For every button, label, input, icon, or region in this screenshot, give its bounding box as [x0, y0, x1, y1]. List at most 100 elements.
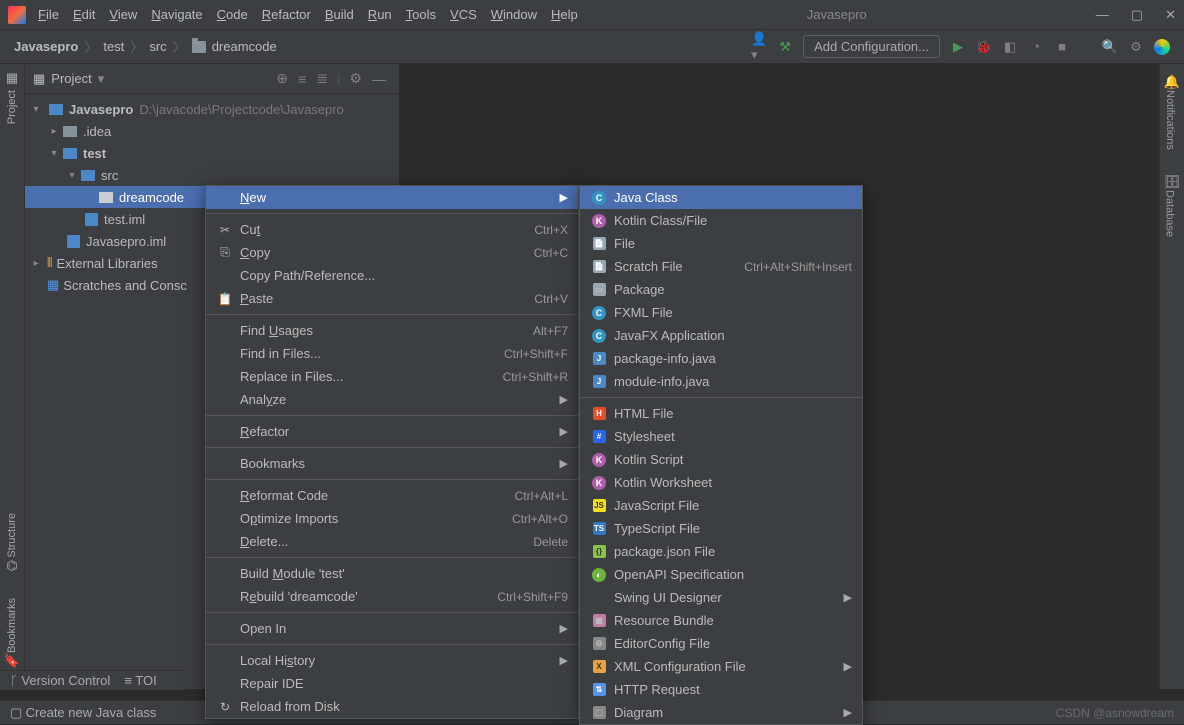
- debug-icon[interactable]: 🐞: [976, 39, 992, 55]
- tree-root[interactable]: ▾JavaseproD:\javacode\Projectcode\Javase…: [25, 98, 399, 120]
- menu-item-diagram[interactable]: ⬚Diagram▶: [580, 701, 862, 724]
- ide-logo-icon[interactable]: [1154, 39, 1170, 55]
- menu-refactor[interactable]: Refactor: [262, 7, 311, 22]
- menu-item-copy-path-reference-[interactable]: Copy Path/Reference...: [206, 264, 578, 287]
- tree-test[interactable]: ▾test: [25, 142, 399, 164]
- menu-item-refactor[interactable]: Refactor▶: [206, 420, 578, 443]
- crumb-current[interactable]: dreamcode: [212, 39, 277, 54]
- tree-src[interactable]: ▾src: [25, 164, 399, 186]
- menu-item-scratch-file[interactable]: 📄Scratch FileCtrl+Alt+Shift+Insert: [580, 255, 862, 278]
- menu-view[interactable]: View: [109, 7, 137, 22]
- tool-structure[interactable]: Structure⌬: [6, 509, 18, 574]
- menu-item-javascript-file[interactable]: JSJavaScript File: [580, 494, 862, 517]
- collapse-icon[interactable]: ≣: [316, 70, 328, 87]
- menu-item-typescript-file[interactable]: TSTypeScript File: [580, 517, 862, 540]
- menu-run[interactable]: Run: [368, 7, 392, 22]
- menu-file[interactable]: File: [38, 7, 59, 22]
- menu-edit[interactable]: Edit: [73, 7, 95, 22]
- menu-item-java-class[interactable]: CJava Class: [580, 186, 862, 209]
- menu-item-cut[interactable]: ✂CutCtrl+X: [206, 218, 578, 241]
- menu-item-openapi-specification[interactable]: ◐OpenAPI Specification: [580, 563, 862, 586]
- status-text: Create new Java class: [26, 705, 157, 720]
- tool-vcs[interactable]: ᚴ Version Control: [10, 673, 110, 688]
- menu-item-copy[interactable]: ⎘CopyCtrl+C: [206, 241, 578, 264]
- left-gutter: ▦Project Structure⌬ Bookmarks🔖: [0, 64, 25, 689]
- menu-item-optimize-imports[interactable]: Optimize ImportsCtrl+Alt+O: [206, 507, 578, 530]
- hide-icon[interactable]: —: [372, 71, 386, 87]
- menu-item-delete-[interactable]: Delete...Delete: [206, 530, 578, 553]
- menu-item-bookmarks[interactable]: Bookmarks▶: [206, 452, 578, 475]
- menu-tools[interactable]: Tools: [406, 7, 436, 22]
- close-icon[interactable]: ✕: [1165, 7, 1176, 23]
- tool-project[interactable]: ▦Project: [6, 70, 18, 124]
- menu-item-reformat-code[interactable]: Reformat CodeCtrl+Alt+L: [206, 484, 578, 507]
- watermark: CSDN @asnowdream: [1056, 706, 1174, 720]
- menu-item-kotlin-script[interactable]: KKotlin Script: [580, 448, 862, 471]
- menu-item-javafx-application[interactable]: CJavaFX Application: [580, 324, 862, 347]
- menu-item-package-json-file[interactable]: {}package.json File: [580, 540, 862, 563]
- add-configuration-button[interactable]: Add Configuration...: [803, 35, 940, 58]
- menu-item-stylesheet[interactable]: #Stylesheet: [580, 425, 862, 448]
- menu-item-xml-configuration-file[interactable]: XXML Configuration File▶: [580, 655, 862, 678]
- menu-item-swing-ui-designer[interactable]: Swing UI Designer▶: [580, 586, 862, 609]
- tool-bookmarks[interactable]: Bookmarks🔖: [4, 594, 20, 669]
- settings-icon[interactable]: ⚙: [1128, 39, 1144, 55]
- menu-item-resource-bundle[interactable]: ▦Resource Bundle: [580, 609, 862, 632]
- title-bar: File Edit View Navigate Code Refactor Build Run…: [0, 0, 1184, 30]
- crumb-project[interactable]: Javasepro: [14, 39, 78, 54]
- new-submenu: CJava ClassKKotlin Class/File📄File📄Scrat…: [579, 185, 863, 725]
- menu-item-kotlin-class-file[interactable]: KKotlin Class/File: [580, 209, 862, 232]
- menu-item-rebuild-dreamcode-[interactable]: Rebuild 'dreamcode'Ctrl+Shift+F9: [206, 585, 578, 608]
- user-icon[interactable]: 👤▾: [751, 39, 767, 55]
- menu-item-fxml-file[interactable]: CFXML File: [580, 301, 862, 324]
- tool-todo[interactable]: ≡ TOI: [124, 673, 156, 688]
- menu-item-package[interactable]: ▭Package: [580, 278, 862, 301]
- menu-item-repair-ide[interactable]: Repair IDE: [206, 672, 578, 695]
- menu-item-module-info-java[interactable]: Jmodule-info.java: [580, 370, 862, 393]
- menu-item-file[interactable]: 📄File: [580, 232, 862, 255]
- maximize-icon[interactable]: ▢: [1131, 7, 1143, 23]
- menu-item-html-file[interactable]: HHTML File: [580, 402, 862, 425]
- menu-item-build-module-test-[interactable]: Build Module 'test': [206, 562, 578, 585]
- menu-item-reload-from-disk[interactable]: ↻Reload from Disk: [206, 695, 578, 718]
- window-title: Javasepro: [578, 7, 1096, 22]
- crumb-folder[interactable]: src: [149, 39, 166, 54]
- tool-notifications[interactable]: 🔔Notifications: [1164, 74, 1180, 150]
- menu-item-analyze[interactable]: Analyze▶: [206, 388, 578, 411]
- menu-vcs[interactable]: VCS: [450, 7, 477, 22]
- menu-item-find-in-files-[interactable]: Find in Files...Ctrl+Shift+F: [206, 342, 578, 365]
- menu-code[interactable]: Code: [217, 7, 248, 22]
- select-opened-icon[interactable]: ⊕: [276, 70, 288, 87]
- menu-window[interactable]: Window: [491, 7, 537, 22]
- build-icon[interactable]: ⚒: [777, 39, 793, 55]
- menu-item-kotlin-worksheet[interactable]: KKotlin Worksheet: [580, 471, 862, 494]
- gear-icon[interactable]: ⚙: [349, 70, 362, 87]
- profile-icon[interactable]: ◔: [1028, 39, 1044, 55]
- tool-database[interactable]: 🗄Database: [1164, 174, 1181, 237]
- run-icon[interactable]: ▶: [950, 39, 966, 55]
- breadcrumb[interactable]: Javasepro〉 test〉 src〉 dreamcode: [14, 37, 277, 56]
- menu-item-open-in[interactable]: Open In▶: [206, 617, 578, 640]
- folder-icon: [192, 41, 206, 53]
- crumb-module[interactable]: test: [103, 39, 124, 54]
- app-logo: [8, 6, 26, 24]
- menu-navigate[interactable]: Navigate: [151, 7, 202, 22]
- search-icon[interactable]: 🔍: [1102, 39, 1118, 55]
- menu-item-editorconfig-file[interactable]: ⚙EditorConfig File: [580, 632, 862, 655]
- minimize-icon[interactable]: —: [1096, 7, 1109, 23]
- menu-item-http-request[interactable]: ⇅HTTP Request: [580, 678, 862, 701]
- project-label[interactable]: Project: [51, 71, 91, 86]
- coverage-icon[interactable]: ◧: [1002, 39, 1018, 55]
- menu-item-local-history[interactable]: Local History▶: [206, 649, 578, 672]
- tree-idea[interactable]: ▸.idea: [25, 120, 399, 142]
- stop-icon[interactable]: ■: [1054, 39, 1070, 55]
- menu-item-paste[interactable]: 📋PasteCtrl+V: [206, 287, 578, 310]
- expand-icon[interactable]: ≡: [298, 71, 306, 87]
- menu-build[interactable]: Build: [325, 7, 354, 22]
- menu-item-find-usages[interactable]: Find UsagesAlt+F7: [206, 319, 578, 342]
- menu-item-replace-in-files-[interactable]: Replace in Files...Ctrl+Shift+R: [206, 365, 578, 388]
- menu-item-new[interactable]: New▶: [206, 186, 578, 209]
- window-controls: — ▢ ✕: [1096, 7, 1176, 23]
- menu-item-package-info-java[interactable]: Jpackage-info.java: [580, 347, 862, 370]
- menu-help[interactable]: Help: [551, 7, 578, 22]
